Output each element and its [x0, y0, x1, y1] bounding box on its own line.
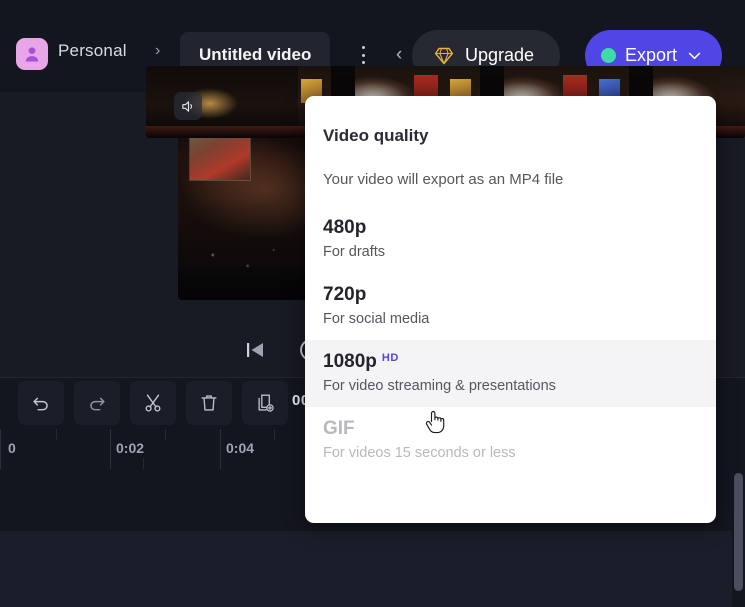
- quality-label-text: 720p: [323, 284, 367, 305]
- diamond-icon: [434, 47, 454, 64]
- trash-icon: [201, 395, 217, 411]
- skip-to-start-button[interactable]: [240, 335, 270, 365]
- clip-thumbnail: [146, 66, 298, 138]
- split-button[interactable]: [130, 381, 176, 425]
- quality-option-1080p[interactable]: 1080p HD For video streaming & presentat…: [305, 340, 716, 407]
- quality-label-text: GIF: [323, 418, 355, 439]
- dropdown-title: Video quality: [323, 126, 429, 145]
- export-label: Export: [625, 45, 678, 65]
- quality-option-480p[interactable]: 480p For drafts: [305, 206, 716, 273]
- hd-badge: HD: [381, 352, 399, 364]
- duplicate-button[interactable]: [242, 381, 288, 425]
- quality-option-description: For drafts: [323, 244, 386, 260]
- speaker-mute-icon: [181, 100, 192, 112]
- more-options-icon[interactable]: [353, 42, 373, 68]
- quality-options-list: 480p For drafts 720p For social media 10…: [305, 206, 716, 474]
- delete-button[interactable]: [186, 381, 232, 425]
- quality-option-description: For videos 15 seconds or less: [323, 445, 516, 461]
- scissors-icon: [145, 394, 161, 412]
- skip-to-start-icon: [247, 343, 263, 357]
- video-quality-dropdown: Video quality Your video will export as …: [305, 96, 716, 523]
- undo-icon: [33, 397, 48, 411]
- quality-option-label: 1080p HD: [323, 351, 698, 373]
- green-dot-icon: [601, 48, 616, 63]
- quality-option-label: 720p: [323, 284, 698, 306]
- dropdown-subtitle: Your video will export as an MP4 file: [323, 171, 564, 188]
- quality-label-text: 480p: [323, 217, 367, 238]
- quality-label-text: 1080p: [323, 351, 377, 372]
- person-glyph: [25, 47, 39, 62]
- mouse-cursor: [424, 408, 446, 438]
- quality-option-description: For social media: [323, 311, 430, 327]
- upgrade-label: Upgrade: [465, 45, 535, 65]
- ruler-tick: [143, 458, 144, 469]
- ruler-tick: [56, 429, 57, 440]
- ruler-label: 0:04: [226, 440, 255, 456]
- person-avatar-icon: [16, 38, 48, 70]
- quality-option-description: For video streaming & presentations: [323, 378, 556, 394]
- ruler-tick: [165, 429, 166, 440]
- ruler-tick: [0, 429, 1, 469]
- ruler-tick: [220, 429, 221, 469]
- breadcrumb-separator: ›: [155, 42, 161, 59]
- pointing-hand-cursor-icon: [425, 411, 445, 434]
- quality-option-720p[interactable]: 720p For social media: [305, 273, 716, 340]
- clip-thumb-base: [146, 126, 298, 138]
- ruler-tick: [274, 429, 275, 440]
- timeline-track[interactable]: [0, 531, 745, 607]
- avatar[interactable]: [16, 38, 48, 70]
- quality-option-label: 480p: [323, 217, 698, 239]
- mute-toggle[interactable]: [174, 92, 202, 120]
- quality-option-gif: GIF For videos 15 seconds or less: [305, 407, 716, 474]
- video-editor-window: Personal › Untitled video ‹ Upgrade Expo…: [0, 0, 745, 607]
- duplicate-icon: [258, 394, 274, 412]
- ruler-label: 0: [8, 440, 16, 456]
- ruler-label: 0:02: [116, 440, 145, 456]
- redo-icon: [90, 397, 105, 411]
- ruler-tick: [110, 429, 111, 469]
- workspace-name[interactable]: Personal: [58, 41, 127, 61]
- quality-option-label: GIF: [323, 418, 698, 440]
- redo-button[interactable]: [74, 381, 120, 425]
- chevron-down-icon: [688, 52, 701, 60]
- vertical-scrollbar-thumb[interactable]: [734, 473, 743, 591]
- undo-button[interactable]: [18, 381, 64, 425]
